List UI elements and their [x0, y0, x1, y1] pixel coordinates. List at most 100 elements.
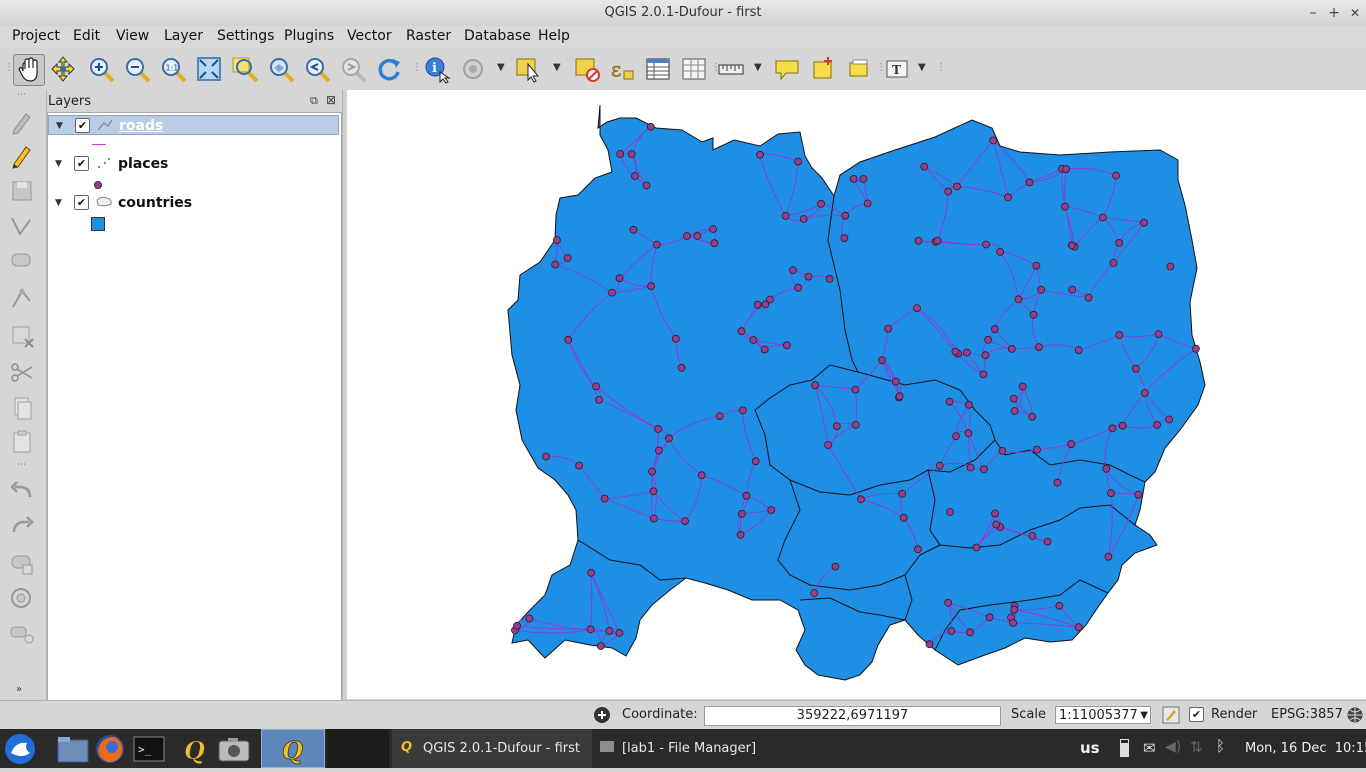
undo-icon[interactable] — [8, 477, 36, 505]
empty-workspace[interactable] — [327, 729, 389, 768]
minimize-button[interactable]: – — [1304, 4, 1322, 22]
menu-project[interactable]: Project — [12, 28, 60, 44]
close-button[interactable]: ✕ — [1346, 4, 1364, 22]
screenshot-icon[interactable] — [216, 729, 252, 768]
maximize-button[interactable]: + — [1325, 4, 1343, 22]
layer-name-places[interactable]: places — [118, 156, 168, 172]
pan-to-selection-icon[interactable] — [48, 54, 78, 84]
menu-settings[interactable]: Settings — [217, 28, 274, 44]
close-panel-icon[interactable]: ⊠ — [326, 93, 336, 107]
toggle-editing-icon[interactable] — [8, 142, 36, 170]
zoom-last-icon[interactable] — [302, 54, 332, 84]
undock-icon[interactable]: ⧉ — [310, 94, 318, 108]
toolbar-handle[interactable]: ⋯ — [17, 460, 26, 470]
chevron-down-icon[interactable]: ▼ — [1140, 707, 1148, 725]
open-attribute-table-icon[interactable] — [643, 54, 673, 84]
field-calculator-icon[interactable] — [679, 54, 709, 84]
run-feature-action-icon[interactable] — [458, 54, 488, 84]
clock[interactable]: Mon, 16 Dec 10:15 — [1245, 741, 1366, 756]
toolbar-handle[interactable]: ⋮ — [936, 62, 946, 78]
mail-icon[interactable]: ✉ — [1143, 739, 1156, 757]
keyboard-layout[interactable]: us — [1080, 739, 1100, 757]
chevron-down-icon[interactable]: ▼ — [497, 62, 505, 73]
messages-icon[interactable] — [593, 706, 611, 728]
add-feature-icon[interactable] — [8, 212, 36, 240]
select-by-expression-icon[interactable]: ε — [607, 54, 637, 84]
menu-view[interactable]: View — [116, 28, 149, 44]
menu-plugins[interactable]: Plugins — [284, 28, 334, 44]
paste-features-icon[interactable] — [8, 428, 36, 456]
menu-edit[interactable]: Edit — [73, 28, 100, 44]
toolbar-handle[interactable]: ⋮ — [4, 62, 14, 78]
start-menu-icon[interactable] — [0, 729, 44, 768]
redo-icon[interactable] — [8, 512, 36, 540]
battery-icon[interactable] — [1120, 739, 1129, 757]
show-bookmarks-icon[interactable] — [844, 54, 874, 84]
toolbar-handle[interactable]: ⋮ — [711, 62, 721, 78]
more-tools-chevron-icon[interactable]: » — [16, 684, 22, 695]
crs-status[interactable]: EPSG:3857 — [1271, 707, 1343, 722]
expand-triangle-icon[interactable]: ▼ — [55, 198, 62, 208]
menu-help[interactable]: Help — [538, 28, 570, 44]
zoom-next-icon[interactable] — [338, 54, 368, 84]
menu-database[interactable]: Database — [464, 28, 531, 44]
deselect-icon[interactable] — [572, 54, 602, 84]
zoom-actual-icon[interactable]: 1:1 — [158, 54, 188, 84]
layer-row-roads[interactable]: ▼ ✔ roads — [48, 115, 339, 135]
chevron-down-icon[interactable]: ▼ — [918, 62, 926, 73]
coordinate-field[interactable]: 359222,6971197 — [704, 706, 1001, 726]
zoom-to-selection-icon[interactable] — [230, 54, 260, 84]
expand-triangle-icon[interactable]: ▼ — [55, 159, 62, 169]
stop-rendering-icon[interactable] — [1162, 706, 1180, 728]
layer-visibility-checkbox[interactable]: ✔ — [74, 156, 89, 171]
bluetooth-icon[interactable]: ᛒ — [1216, 737, 1225, 755]
add-ring-icon[interactable] — [8, 585, 36, 613]
task-file-manager-window[interactable]: [lab1 - File Manager] — [594, 729, 794, 768]
zoom-in-icon[interactable] — [86, 54, 116, 84]
copy-features-icon[interactable] — [8, 394, 36, 422]
text-annotation-icon[interactable]: T — [882, 54, 912, 84]
cut-features-icon[interactable] — [8, 358, 36, 386]
node-tool-icon[interactable] — [8, 285, 36, 313]
simplify-feature-icon[interactable] — [8, 550, 36, 578]
qgis-icon[interactable]: Q — [178, 729, 214, 768]
select-features-icon[interactable] — [514, 54, 544, 84]
delete-selected-icon[interactable] — [8, 322, 36, 350]
toolbar-handle[interactable]: ⋮ — [412, 62, 422, 78]
save-edits-icon[interactable] — [8, 177, 36, 205]
layer-row-countries[interactable]: ▼ ✔ countries — [48, 193, 339, 213]
chevron-down-icon[interactable]: ▼ — [754, 62, 762, 73]
volume-icon[interactable]: ◀) — [1165, 739, 1181, 755]
refresh-icon[interactable] — [374, 54, 404, 84]
edit-pencil-dropdown-icon[interactable] — [8, 108, 36, 136]
toolbar-handle[interactable]: ⋮ — [876, 62, 886, 78]
zoom-out-icon[interactable] — [122, 54, 152, 84]
move-feature-icon[interactable] — [8, 247, 36, 275]
terminal-icon[interactable]: >_ — [131, 729, 167, 768]
add-part-icon[interactable] — [8, 620, 36, 648]
chevron-down-icon[interactable]: ▼ — [553, 62, 561, 73]
menu-raster[interactable]: Raster — [406, 28, 451, 44]
file-manager-icon[interactable] — [55, 729, 91, 768]
layer-visibility-checkbox[interactable]: ✔ — [75, 118, 90, 133]
zoom-full-icon[interactable] — [194, 54, 224, 84]
qgis-active-icon[interactable]: Q — [261, 729, 325, 768]
measure-icon[interactable] — [716, 54, 746, 84]
menu-vector[interactable]: Vector — [347, 28, 392, 44]
layer-visibility-checkbox[interactable]: ✔ — [74, 195, 89, 210]
zoom-to-layer-icon[interactable] — [266, 54, 296, 84]
identify-icon[interactable]: i — [422, 54, 452, 84]
task-qgis-window[interactable]: Q QGIS 2.0.1-Dufour - first — [392, 729, 592, 768]
render-checkbox[interactable]: ✔ — [1189, 707, 1204, 722]
menu-layer[interactable]: Layer — [164, 28, 203, 44]
firefox-icon[interactable] — [92, 729, 128, 768]
crs-globe-icon[interactable] — [1346, 706, 1364, 728]
layer-row-places[interactable]: ▼ ✔ places — [48, 154, 339, 174]
layer-name-roads[interactable]: roads — [119, 118, 163, 134]
toolbar-handle[interactable]: ⋯ — [17, 90, 26, 100]
map-canvas[interactable] — [347, 90, 1366, 699]
expand-triangle-icon[interactable]: ▼ — [56, 121, 63, 131]
pan-map-icon[interactable] — [13, 54, 45, 86]
map-svg[interactable] — [347, 90, 1366, 699]
new-bookmark-icon[interactable] — [808, 54, 838, 84]
